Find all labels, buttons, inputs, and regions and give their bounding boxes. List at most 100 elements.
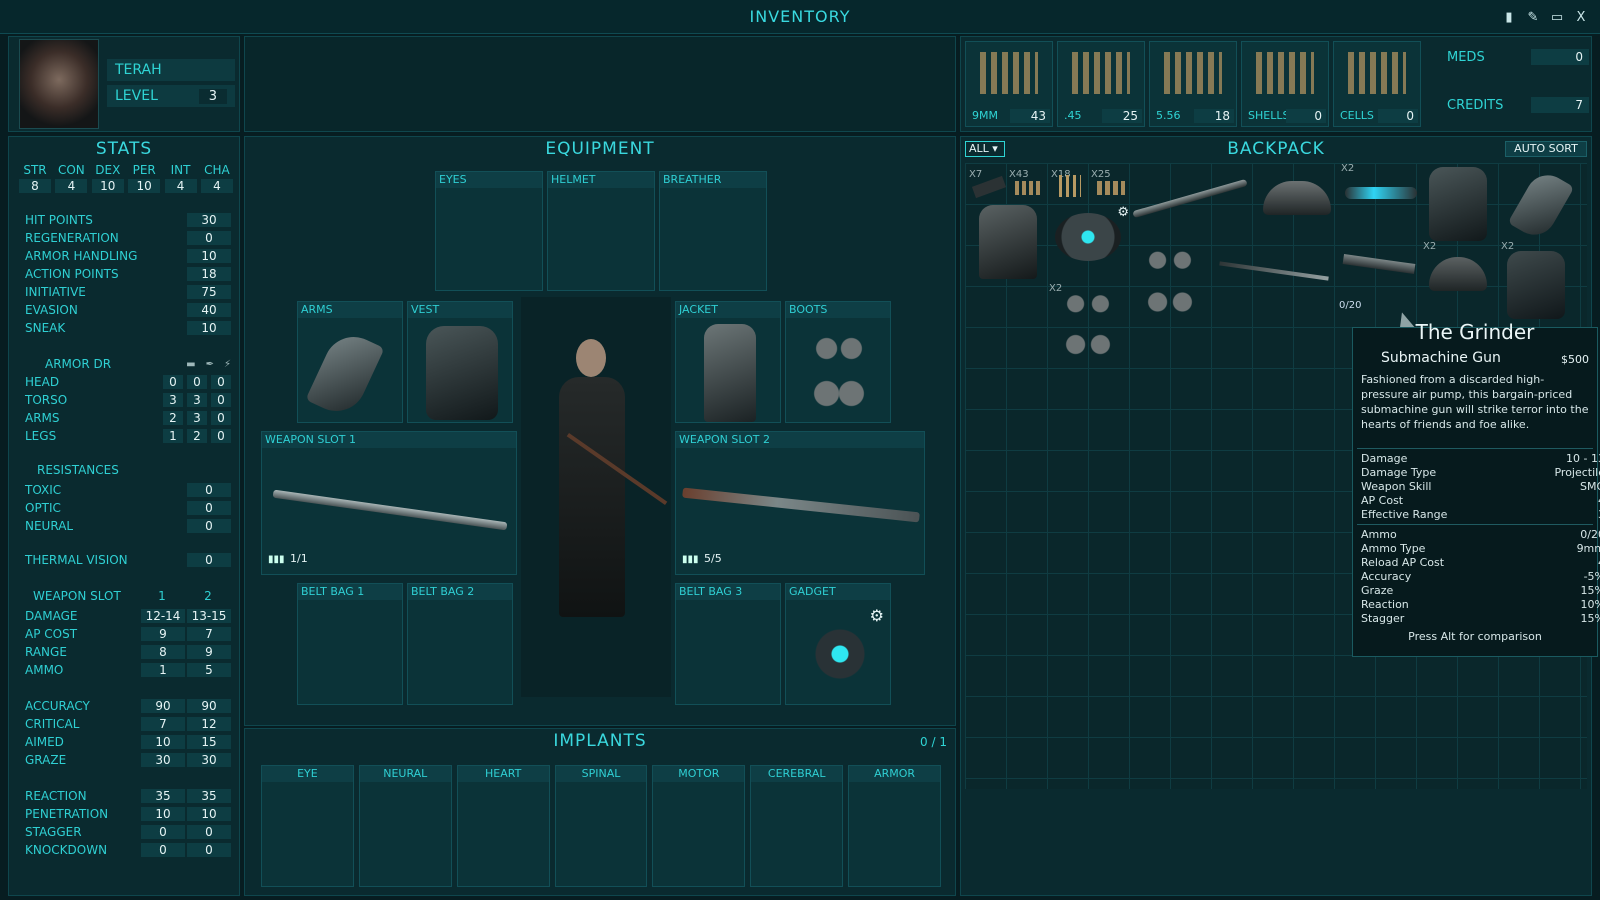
ammo-icon [1348,52,1406,94]
tooltip-stat-row: Stagger 15% [1361,612,1600,626]
tooltip-stat-row: Accuracy -5% [1361,570,1600,584]
bullets-icon [1015,181,1043,195]
slot1-value: 30 [141,753,185,767]
tooltip-stat-label: Ammo Type [1361,542,1426,555]
tooltip-stat-value: 10% [1580,598,1600,611]
dr-value: 0 [211,375,231,389]
attr-label: STR [23,163,47,177]
ammo-556[interactable]: 5.56 18 [1149,41,1237,127]
item-boots-b[interactable]: X2 [1049,283,1129,367]
ammo-count: 18 [1194,109,1234,123]
item-baton[interactable] [1131,177,1251,219]
stat-label: TOXIC [25,483,62,497]
tooltip-stat-row: Reaction 10% [1361,598,1600,612]
item-ammo-556[interactable]: X18 [1051,169,1091,199]
smg-icon [1342,254,1416,274]
character-model [521,297,671,697]
stat-row: AIMED 10 15 [25,733,231,751]
stat-label: STAGGER [25,825,82,839]
stat-label: KNOCKDOWN [25,843,108,857]
weapon-slot-2-ammo: 5/5 [704,552,722,565]
item-jacket[interactable] [969,199,1047,283]
item-armguard[interactable] [1501,163,1581,243]
tooltip-stat-value: SMG [1580,480,1600,493]
stat-label: SNEAK [25,321,66,335]
stat-value: 10 [187,321,231,335]
slot-breather[interactable]: BREATHER [659,171,767,291]
item-helmet[interactable] [1257,175,1337,221]
implant-slot-heart[interactable]: HEART [456,765,550,887]
dr-value: 0 [211,411,231,425]
slot-gadget[interactable]: GADGET ⚙ [785,583,891,705]
implant-slot-label: ARMOR [849,766,941,782]
slot-belt-bag-3[interactable]: BELT BAG 3 [675,583,781,705]
implant-slot-spinal[interactable]: SPINAL [554,765,648,887]
jacket-icon [704,324,756,422]
tooltip-stat-value: 10 - 13 [1566,452,1600,465]
tooltip-stat-row: Damage 10 - 13 [1361,452,1600,466]
weapon-slot-1-label: WEAPON SLOT 1 [262,432,516,448]
implant-slot-eye[interactable]: EYE [261,765,354,887]
stat-label: ACTION POINTS [25,267,119,281]
gadget-settings-icon[interactable]: ⚙ [870,606,884,625]
drone-settings-icon[interactable]: ⚙ [1117,205,1129,220]
item-knife[interactable] [1215,257,1335,287]
close-icon[interactable]: X [1572,8,1590,26]
slot-boots[interactable]: BOOTS [785,301,891,423]
ammo-45[interactable]: .45 25 [1057,41,1145,127]
ammo-shells[interactable]: SHELLS 0 [1241,41,1329,127]
skills-icon[interactable]: ✎ [1524,8,1542,26]
slot2-value: 0 [187,825,231,839]
slot-belt-bag-2[interactable]: BELT BAG 2 [407,583,513,705]
implant-slot-motor[interactable]: MOTOR [652,765,746,887]
implant-slot-label: SPINAL [555,766,647,782]
dr-value: 3 [163,393,183,407]
map-icon[interactable]: ▭ [1548,8,1566,26]
ammo-icon [1164,52,1222,94]
slot-helmet[interactable]: HELMET [547,171,655,291]
notes-icon[interactable]: ▮ [1500,8,1518,26]
weapon-slot-2-label: WEAPON SLOT 2 [676,432,924,448]
slot2-value: 7 [187,627,231,641]
attr-con: CON 4 [55,163,88,193]
stat-row: ACCURACY 90 90 [25,697,231,715]
tooltip-stat-value: Projectile [1554,466,1600,479]
slot1-value: 0 [141,843,185,857]
level-value: 3 [198,88,227,104]
slot-belt-bag-1[interactable]: BELT BAG 1 [297,583,403,705]
implant-slot-neural[interactable]: NEURAL [358,765,452,887]
slot-eyes[interactable]: EYES [435,171,543,291]
stat-row: REGENERATION 0 [25,229,231,247]
implant-slot-armor[interactable]: ARMOR [848,765,942,887]
slot-arms[interactable]: ARMS [297,301,403,423]
item-vest-2[interactable]: X2 [1501,241,1571,321]
item-goggles[interactable]: X2 [1341,163,1421,223]
tooltip-stat-value: -5% [1583,570,1600,583]
stat-row: GRAZE 30 30 [25,751,231,769]
slot2-value: 5 [187,663,231,677]
ammo-cells[interactable]: CELLS 0 [1333,41,1421,127]
slot-vest[interactable]: VEST [407,301,513,423]
item-boots-a[interactable] [1131,241,1211,325]
ammo-9mm[interactable]: 9MM 43 [965,41,1053,127]
implant-slot-cerebral[interactable]: CEREBRAL [750,765,844,887]
ammo-count: 25 [1102,109,1142,123]
item-drone[interactable]: ⚙ [1049,205,1129,271]
weapon-slot-1[interactable]: WEAPON SLOT 1 ▮▮▮ 1/1 [261,431,517,575]
item-ammo-45[interactable]: X25 [1091,169,1131,199]
auto-sort-button[interactable]: AUTO SORT [1505,141,1587,157]
item-helmet-2[interactable]: X2 [1423,241,1493,321]
item-ammo-9mm[interactable]: X43 [1009,169,1049,199]
item-smg[interactable]: 0/20 [1339,245,1421,311]
slot-jacket[interactable]: JACKET [675,301,781,423]
attr-cha: CHA 4 [200,163,233,193]
weapon-slot-2[interactable]: WEAPON SLOT 2 ▮▮▮ 5/5 [675,431,925,575]
stat-row: INITIATIVE 75 [25,283,231,301]
item-battery[interactable]: X7 [969,169,1009,199]
slot-belt-bag-2-label: BELT BAG 2 [408,584,512,600]
item-vest[interactable] [1423,163,1493,243]
slot1-value: 0 [141,825,185,839]
implant-slot-label: MOTOR [653,766,745,782]
slot-eyes-label: EYES [436,172,542,188]
slot-belt-bag-3-label: BELT BAG 3 [676,584,780,600]
